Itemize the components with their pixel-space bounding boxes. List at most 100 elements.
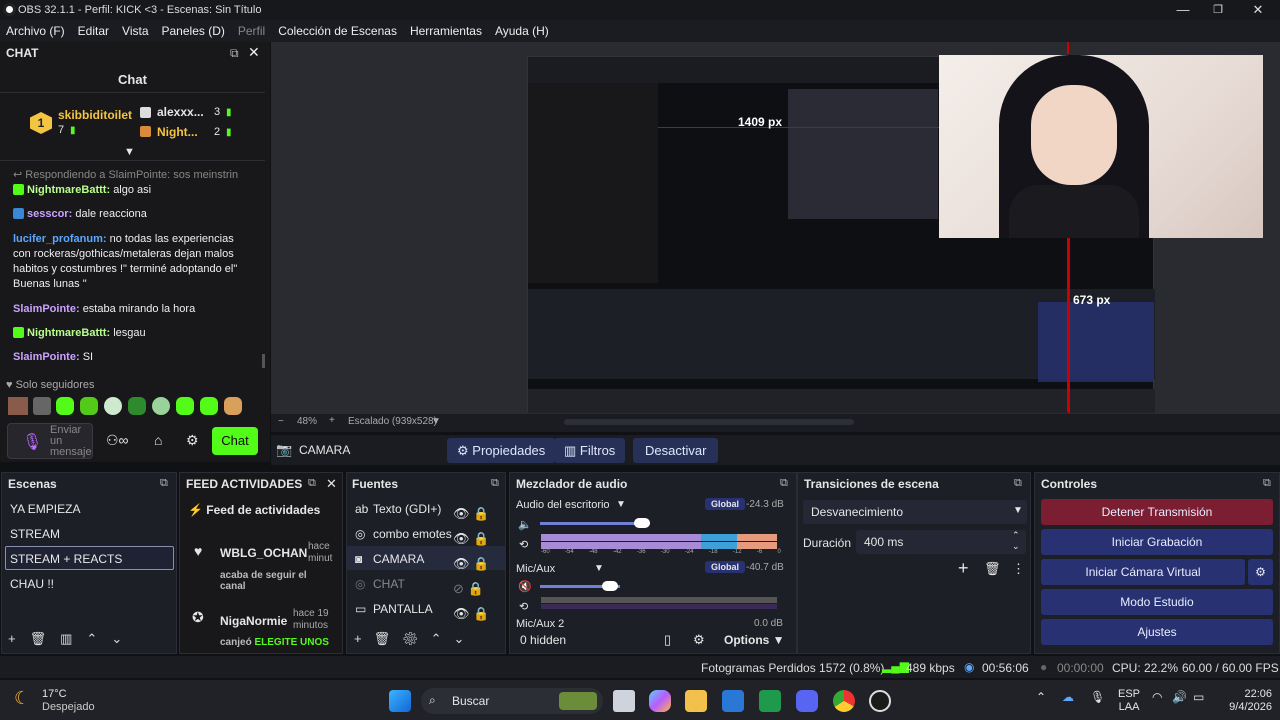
start-recording-button[interactable]: Iniciar Grabación [1041, 529, 1273, 555]
undock-icon[interactable]: ⧉ [491, 477, 499, 490]
gear-icon[interactable]: ⚙ [693, 632, 705, 648]
channel-tag[interactable]: Global [705, 561, 746, 573]
tray-cloud-icon[interactable]: ☁ [1062, 690, 1074, 704]
emote-icon[interactable] [56, 397, 74, 415]
emote-icon[interactable] [80, 397, 98, 415]
speaker-icon[interactable]: 🔈 [518, 518, 532, 531]
filters-button[interactable]: ▥ Filtros [554, 438, 626, 463]
menu-ayuda[interactable]: Ayuda (H) [495, 24, 549, 38]
properties-button[interactable]: ⚙ Propiedades [447, 438, 556, 463]
undock-icon[interactable]: ⧉ [1263, 477, 1271, 490]
task-view-icon[interactable] [613, 690, 635, 712]
down-icon[interactable]: ⌄ [454, 631, 477, 646]
source-item[interactable]: Texto (GDI+) [373, 502, 441, 516]
channel-menu-icon[interactable]: ▼ [616, 499, 626, 510]
store-icon[interactable]: ⌂ [154, 432, 162, 448]
transition-select[interactable]: Desvanecimiento ▼ [803, 500, 1027, 524]
eye-icon[interactable]: 👁 🔒 [453, 601, 493, 626]
volume-handle[interactable] [634, 518, 650, 528]
trash-icon[interactable]: 🗑 [30, 631, 61, 646]
filter-icon[interactable]: ▥ [60, 631, 86, 646]
zoom-in-icon[interactable]: + [329, 415, 335, 426]
muted-speaker-icon[interactable]: 🔇 [518, 580, 532, 593]
source-item[interactable]: CHAT [373, 577, 405, 591]
settings-button[interactable]: Ajustes [1041, 619, 1273, 645]
add-icon[interactable]: + [354, 631, 374, 646]
more-icon[interactable]: ⋮ [1012, 561, 1025, 577]
up-icon[interactable]: ⌃ [431, 631, 454, 646]
emote-icon[interactable] [176, 397, 194, 415]
windows-start-icon[interactable] [389, 690, 411, 712]
obs-taskbar-icon[interactable] [869, 690, 891, 712]
file-explorer-icon[interactable] [685, 690, 707, 712]
menu-paneles[interactable]: Paneles (D) [162, 24, 225, 38]
restore-icon[interactable]: ❐ [1200, 0, 1236, 20]
virtual-camera-button[interactable]: Iniciar Cámara Virtual [1041, 559, 1245, 585]
excel-icon[interactable] [759, 690, 781, 712]
chrome-icon[interactable] [833, 690, 855, 712]
undock-icon[interactable]: ⧉ [230, 46, 239, 61]
source-item[interactable]: PANTALLA [373, 602, 433, 616]
weather-text[interactable]: Despejado [42, 701, 95, 713]
monitor-icon[interactable]: ⟲ [519, 600, 528, 613]
deactivate-button[interactable]: Desactivar [633, 438, 719, 463]
tray-mic-icon[interactable]: 🎙 [1090, 690, 1105, 704]
lock-icon[interactable]: 🔒 [473, 531, 489, 546]
scene-item[interactable]: YA EMPIEZA [10, 502, 80, 516]
gear-icon[interactable]: ⚙ [402, 631, 431, 646]
add-icon[interactable]: + [958, 558, 969, 579]
eye-icon[interactable]: 👁 🔒 [453, 551, 493, 576]
menu-editar[interactable]: Editar [78, 24, 109, 38]
emote-icon[interactable] [128, 397, 146, 415]
mic-icon[interactable]: 🎙 [22, 432, 42, 452]
up-icon[interactable]: ⌃ [86, 631, 111, 646]
clock[interactable]: 22:06 9/4/2026 [1226, 688, 1272, 714]
copilot-icon[interactable] [649, 690, 671, 712]
zoom-out-icon[interactable]: − [278, 416, 284, 427]
menu-perfil[interactable]: Perfil [238, 24, 265, 38]
minimize-icon[interactable]: — [1165, 0, 1201, 20]
emote-icon[interactable] [152, 397, 170, 415]
lock-icon[interactable]: 🔒 [473, 506, 489, 521]
scene-item[interactable]: STREAM [10, 527, 60, 541]
add-icon[interactable]: + [8, 631, 30, 646]
trash-icon[interactable]: 🗑 [984, 561, 1001, 577]
duration-input[interactable]: 400 ms ⌃ ⌄ [856, 530, 1026, 554]
monitor-icon[interactable]: ⟲ [519, 538, 528, 551]
battery-icon[interactable]: ▭ [1193, 690, 1204, 704]
close-icon[interactable]: ✕ [1240, 0, 1276, 20]
tray-chevron-icon[interactable]: ⌃ [1036, 690, 1046, 704]
hidden-count[interactable]: 0 hidden [520, 633, 566, 647]
options-button[interactable]: Options ▼ [724, 633, 785, 647]
chat-scrollbar[interactable] [262, 354, 265, 368]
undock-icon[interactable]: ⧉ [1014, 477, 1022, 490]
undock-icon[interactable]: ⧉ [308, 477, 316, 490]
preview-scrollbar[interactable] [564, 419, 854, 425]
emote-icon[interactable] [224, 397, 242, 415]
layout-icon[interactable]: ▯ [664, 632, 671, 648]
chat-send-button[interactable]: Chat [212, 427, 258, 455]
scale-dropdown-icon[interactable]: ▼ [431, 416, 441, 427]
eye-hidden-icon[interactable]: ⊘ 🔒 [453, 576, 493, 601]
trash-icon[interactable]: 🗑 [374, 631, 403, 646]
stop-stream-button[interactable]: Detener Transmisión [1041, 499, 1273, 525]
channel-tag[interactable]: Global [705, 498, 746, 510]
weather-icon[interactable]: ☾ [14, 688, 30, 709]
undock-icon[interactable]: ⧉ [780, 477, 788, 490]
emote-icon[interactable] [200, 397, 218, 415]
volume-handle[interactable] [602, 581, 618, 591]
scene-item[interactable]: STREAM + REACTS [10, 552, 122, 566]
scene-item[interactable]: CHAU !! [10, 577, 54, 591]
close-chat-icon[interactable]: ✕ [248, 44, 260, 61]
language-indicator[interactable]: ESP LAA [1118, 688, 1140, 714]
lock-icon[interactable]: 🔒 [473, 606, 489, 621]
down-icon[interactable]: ⌄ [111, 631, 136, 646]
settings-gear-icon[interactable]: ⚙ [186, 432, 199, 449]
menu-archivo[interactable]: Archivo (F) [6, 24, 65, 38]
volume-icon[interactable]: 🔊 [1172, 690, 1187, 704]
source-item[interactable]: combo emotes [373, 527, 452, 541]
wifi-icon[interactable]: ◠ [1152, 690, 1162, 704]
eye-icon[interactable]: 👁 🔒 [453, 501, 493, 526]
emote-icon[interactable] [8, 397, 28, 415]
source-item[interactable]: CAMARA [373, 552, 424, 566]
